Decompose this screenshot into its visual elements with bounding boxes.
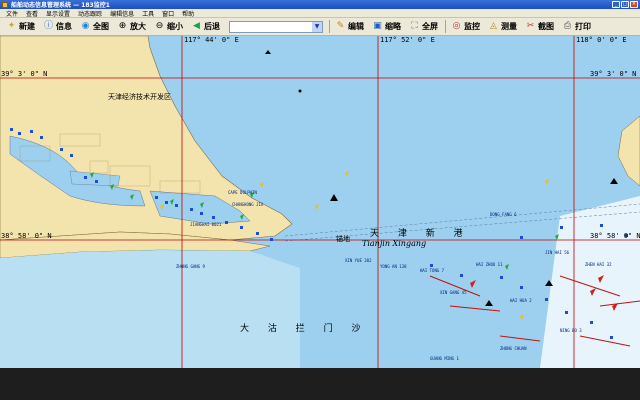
ship-label[interactable]: CHANGHONG JIA [232, 202, 263, 207]
lat-label-mid-right: 38° 58' 0" N [590, 232, 640, 240]
new-button-label: 新建 [19, 22, 35, 31]
menu-edit-info[interactable]: 编辑信息 [106, 9, 138, 18]
tianjin-xingang-en-label: Tianjin Xingang [362, 239, 427, 248]
thumbnail-button[interactable]: ▣ 缩略 [369, 20, 404, 34]
zoom-in-button[interactable]: ⊕ 放大 [114, 20, 149, 34]
ship-label[interactable]: HAI ZHOU 11 [476, 262, 503, 267]
toolbar: ✦ 新建 ⓘ 信息 ◉ 全图 ⊕ 放大 ⊖ 缩小 ◀ 后退 ▼ ✎ 编辑 ▣ 缩… [0, 18, 640, 36]
info-button[interactable]: ⓘ 信息 [40, 20, 75, 34]
ship-label[interactable]: HAI TONG 7 [420, 268, 444, 273]
lon-label-3: 118° 0' 0" E [576, 36, 627, 44]
thumbnail-button-label: 缩略 [385, 22, 401, 31]
print-button[interactable]: ⎙ 打印 [559, 20, 594, 34]
print-button-label: 打印 [575, 22, 591, 31]
screenshot-icon: ✂ [526, 21, 535, 31]
shallow-zone [540, 196, 640, 368]
layer-select[interactable]: ▼ [229, 20, 323, 33]
lat-label-mid-left: 38° 58' 0" N [1, 232, 52, 240]
ship-label[interactable]: JIANGHAI 0021 [190, 222, 221, 227]
lat-label-top-right: 39° 3' 0" N [590, 70, 637, 78]
ship-label[interactable]: ZHONG GANG 9 [176, 264, 205, 269]
thumbnail-icon: ▣ [373, 21, 382, 31]
toolbar-separator [329, 20, 330, 33]
chevron-down-icon[interactable]: ▼ [312, 21, 322, 32]
ship-label[interactable]: CAPE DOLPHIN [228, 190, 257, 195]
info-button-label: 信息 [56, 22, 72, 31]
back-button-label: 后退 [204, 22, 220, 31]
ship-label[interactable]: ZHEN HAI 32 [585, 262, 612, 267]
new-button[interactable]: ✦ 新建 [3, 20, 38, 34]
application-window: 船舶动态信息管理系统 — 183监控1 _ □ × 文件 查看 显示设置 动态跟… [0, 0, 640, 368]
ship-label[interactable]: NING BO 3 [560, 328, 582, 333]
toolbar-separator [445, 20, 446, 33]
close-icon[interactable]: × [630, 1, 638, 8]
zoom-out-button-label: 缩小 [167, 22, 183, 31]
ship-label[interactable]: ZHONG CHUAN [500, 346, 527, 351]
new-icon: ✦ [7, 21, 16, 31]
lat-label-top-left: 39° 3' 0" N [1, 70, 48, 78]
ship-label[interactable]: HAI HUA 2 [510, 298, 532, 303]
menu-bar: 文件 查看 显示设置 动态跟踪 编辑信息 工具 窗口 帮助 [0, 9, 640, 18]
edit-icon: ✎ [336, 21, 345, 31]
menu-tracking[interactable]: 动态跟踪 [74, 9, 106, 18]
fullscreen-button[interactable]: ⛶ 全屏 [406, 20, 441, 34]
lon-label-2: 117° 52' 0" E [380, 36, 435, 44]
window-controls: _ □ × [612, 1, 638, 8]
map-graphics [0, 36, 640, 368]
measure-button-label: 测量 [501, 22, 517, 31]
zoom-in-button-label: 放大 [130, 22, 146, 31]
monitor-button[interactable]: ◎ 监控 [448, 20, 483, 34]
edit-button[interactable]: ✎ 编辑 [332, 20, 367, 34]
measure-button[interactable]: ◬ 测量 [485, 20, 520, 34]
menu-display-settings[interactable]: 显示设置 [42, 9, 74, 18]
tianjin-xingang-label: 天 津 新 港 [370, 229, 471, 239]
ship-label[interactable]: XIN YUE 202 [345, 258, 372, 263]
menu-file[interactable]: 文件 [2, 9, 22, 18]
economic-zone-label: 天津经济技术开发区 [108, 93, 171, 101]
chart-map-canvas[interactable]: 117° 44' 0" E 117° 52' 0" E 118° 0' 0" E… [0, 36, 640, 368]
zoom-out-icon: ⊖ [155, 21, 164, 31]
screenshot-button-label: 截图 [538, 22, 554, 31]
back-button[interactable]: ◀ 后退 [188, 20, 223, 34]
measure-icon: ◬ [490, 21, 497, 31]
info-icon: ⓘ [43, 21, 53, 31]
monitor-icon: ◎ [452, 21, 461, 31]
screen-bottom-area [0, 368, 640, 400]
menu-view[interactable]: 查看 [22, 9, 42, 18]
ship-label[interactable]: DONG FANG 6 [490, 212, 517, 217]
lon-label-1: 117° 44' 0" E [184, 36, 239, 44]
ship-label[interactable]: YONG AN 138 [380, 264, 407, 269]
anchorage-label: 锚地 [336, 235, 350, 243]
land-coastline [0, 36, 293, 241]
ship-label[interactable]: JIN HAI 56 [545, 250, 569, 255]
minimize-icon[interactable]: _ [612, 1, 620, 8]
monitor-button-label: 监控 [464, 22, 480, 31]
full-map-button[interactable]: ◉ 全图 [77, 20, 112, 34]
ship-label[interactable]: GUANG MING 1 [430, 356, 459, 361]
full-map-button-label: 全图 [93, 22, 109, 31]
ship-label[interactable]: XIN GANG 45 [440, 290, 467, 295]
maximize-icon[interactable]: □ [621, 1, 629, 8]
dagu-sandbar-label: 大 沽 拦 门 沙 [240, 324, 369, 334]
print-icon: ⎙ [563, 21, 572, 31]
screenshot-button[interactable]: ✂ 截图 [522, 20, 557, 34]
edit-button-label: 编辑 [348, 22, 364, 31]
zoom-in-icon: ⊕ [118, 21, 127, 31]
fullscreen-button-label: 全屏 [422, 22, 438, 31]
right-land [617, 115, 640, 187]
menu-window[interactable]: 窗口 [158, 9, 178, 18]
app-icon [2, 1, 8, 8]
shallow-zone [0, 250, 300, 368]
menu-tools[interactable]: 工具 [138, 9, 158, 18]
back-icon: ◀ [193, 21, 200, 31]
fullscreen-icon: ⛶ [411, 21, 418, 31]
menu-help[interactable]: 帮助 [178, 9, 198, 18]
globe-icon: ◉ [81, 21, 90, 31]
zoom-out-button[interactable]: ⊖ 缩小 [151, 20, 186, 34]
